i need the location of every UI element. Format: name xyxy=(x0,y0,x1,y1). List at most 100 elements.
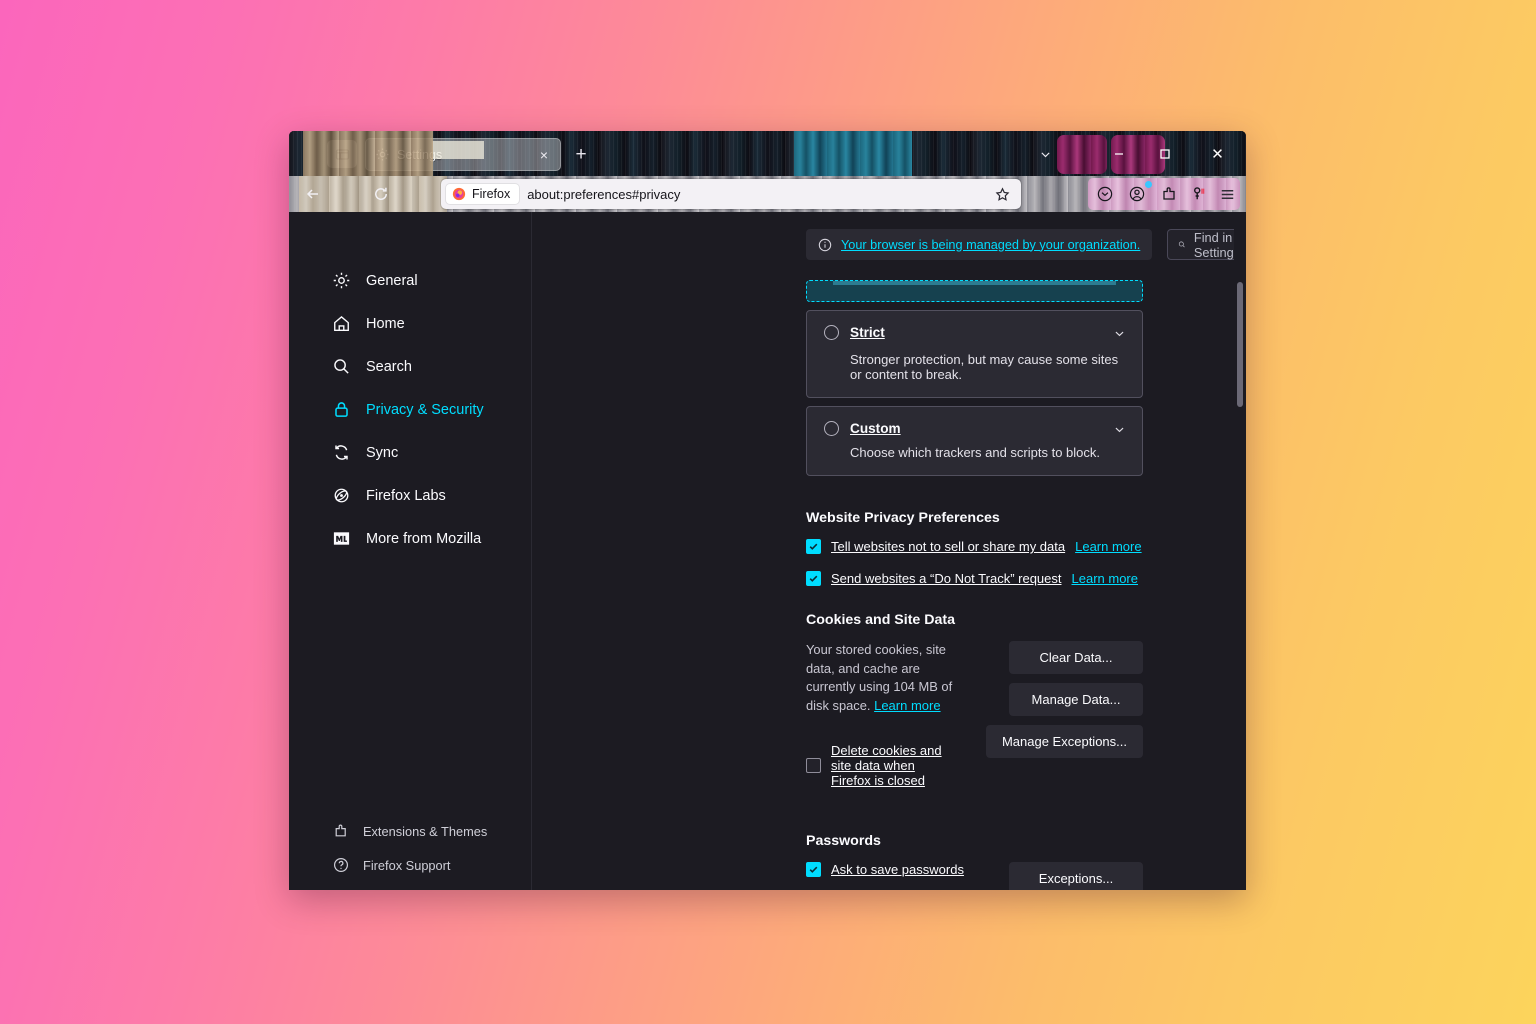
protection-option-custom[interactable]: Custom Choose which trackers and scripts… xyxy=(806,406,1143,476)
setting-row-autofill[interactable]: Fill usernames and passwords automatical… xyxy=(828,889,980,890)
cookies-description: Your stored cookies, site data, and cach… xyxy=(806,641,958,716)
sidebar-item-home[interactable]: Home xyxy=(289,302,531,345)
sidebar-item-firefox-support[interactable]: Firefox Support xyxy=(289,848,531,882)
chevron-down-icon[interactable] xyxy=(1113,423,1126,436)
protection-option-strict[interactable]: Strict Stronger protection, but may caus… xyxy=(806,310,1143,398)
sidebar-item-firefox-labs[interactable]: Firefox Labs xyxy=(289,474,531,517)
sidebar-item-general[interactable]: General xyxy=(289,259,531,302)
sidebar-item-label: Firefox Labs xyxy=(366,487,446,504)
protection-option-standard[interactable] xyxy=(806,280,1143,302)
learn-more-link[interactable]: Learn more xyxy=(1075,539,1141,554)
setting-row-ask-to-save[interactable]: Ask to save passwords xyxy=(806,861,980,877)
sync-icon xyxy=(332,443,351,462)
firefox-view-button[interactable] xyxy=(327,140,357,168)
sidebar-item-more-from-mozilla[interactable]: More from Mozilla xyxy=(289,517,531,560)
bookmark-star-icon[interactable] xyxy=(989,181,1015,207)
account-icon[interactable] xyxy=(1124,181,1152,206)
setting-label: Send websites a “Do Not Track” request xyxy=(831,571,1062,586)
sidebar-footer-label: Extensions & Themes xyxy=(363,823,488,839)
gear-icon xyxy=(376,148,389,161)
section-title-cookies: Cookies and Site Data xyxy=(806,612,956,628)
search-icon xyxy=(1179,241,1185,248)
protection-option-description: Stronger protection, but may cause some … xyxy=(850,352,1119,382)
info-icon xyxy=(818,238,832,251)
sidebar-item-label: Sync xyxy=(366,444,399,461)
list-all-tabs-button[interactable] xyxy=(1035,144,1055,164)
checkbox-delete-on-close[interactable] xyxy=(806,757,821,773)
protection-option-description: Choose which trackers and scripts to blo… xyxy=(850,445,1100,460)
window-maximize-button[interactable] xyxy=(1142,131,1188,176)
puzzle-icon xyxy=(333,823,349,839)
mozilla-icon xyxy=(332,529,351,548)
navigation-toolbar: Firefox about:preferences#privacy xyxy=(289,176,1246,212)
learn-more-link[interactable]: Learn more xyxy=(1072,571,1138,586)
chevron-down-icon[interactable] xyxy=(1113,327,1126,340)
app-menu-button[interactable] xyxy=(1214,182,1240,206)
sidebar-item-label: Search xyxy=(366,358,412,375)
extensions-icon[interactable] xyxy=(1156,182,1182,206)
sidebar-item-privacy-security[interactable]: Privacy & Security xyxy=(289,388,531,431)
url-bar[interactable]: Firefox about:preferences#privacy xyxy=(441,179,1021,209)
settings-topbar: Your browser is being managed by your or… xyxy=(532,212,1246,260)
manage-exceptions-button[interactable]: Manage Exceptions... xyxy=(985,725,1143,758)
section-title-passwords: Passwords xyxy=(806,832,881,849)
gear-icon xyxy=(332,271,351,290)
radio-strict[interactable] xyxy=(824,325,839,340)
tab-theme-highlight xyxy=(432,141,484,159)
setting-row-delete-on-close[interactable]: Delete cookies and site data when Firefo… xyxy=(806,743,958,788)
checkbox-do-not-track[interactable] xyxy=(806,571,821,586)
sidebar-item-label: Home xyxy=(366,315,405,332)
setting-label: Ask to save passwords xyxy=(831,861,964,877)
account-notification-dot xyxy=(1145,181,1152,188)
sidebar-item-search[interactable]: Search xyxy=(289,345,531,388)
privacy-settings-pane: Strict Stronger protection, but may caus… xyxy=(532,260,1246,890)
protection-option-title: Strict xyxy=(850,325,885,340)
window-minimize-button[interactable] xyxy=(1096,131,1142,176)
setting-label: Tell websites not to sell or share my da… xyxy=(831,539,1066,554)
identity-chip[interactable]: Firefox xyxy=(446,184,520,204)
setting-label: Fill usernames and passwords automatical… xyxy=(853,889,980,890)
firefox-window: Settings × + Firefox about:preferences#p… xyxy=(289,131,1246,890)
content-scrollbar[interactable] xyxy=(1234,212,1246,890)
radio-custom[interactable] xyxy=(824,421,839,436)
setting-label: Delete cookies and site data when Firefo… xyxy=(831,742,942,788)
cookies-section: Your stored cookies, site data, and cach… xyxy=(806,641,1143,805)
setting-row-do-not-track[interactable]: Send websites a “Do Not Track” request L… xyxy=(806,571,1143,586)
sidebar-item-label: More from Mozilla xyxy=(366,530,482,547)
identity-chip-label: Firefox xyxy=(472,187,511,201)
protection-option-title: Custom xyxy=(850,421,901,436)
new-tab-button[interactable]: + xyxy=(570,143,592,165)
password-exceptions-button[interactable]: Exceptions... xyxy=(1009,861,1143,890)
checkbox-ask-to-save[interactable] xyxy=(806,861,821,877)
passwords-section: Ask to save passwords Fill usernames and… xyxy=(806,861,1143,890)
firefox-logo-icon xyxy=(452,187,466,201)
pinned-extension-icon[interactable] xyxy=(1186,182,1212,206)
managed-notice-link[interactable]: Your browser is being managed by your or… xyxy=(841,238,1140,252)
tab-settings[interactable]: Settings × xyxy=(365,138,561,171)
settings-main-pane: Your browser is being managed by your or… xyxy=(532,212,1246,890)
settings-sidebar: General Home Search Privacy & Security S… xyxy=(289,212,532,890)
sidebar-item-sync[interactable]: Sync xyxy=(289,431,531,474)
sidebar-item-label: Privacy & Security xyxy=(366,401,484,418)
checkbox-do-not-sell[interactable] xyxy=(806,539,821,554)
setting-row-do-not-sell[interactable]: Tell websites not to sell or share my da… xyxy=(806,539,1143,554)
save-to-pocket-icon[interactable] xyxy=(1092,182,1118,206)
back-button[interactable] xyxy=(299,181,327,207)
lock-icon xyxy=(332,400,351,419)
question-circle-icon xyxy=(333,857,349,873)
window-close-button[interactable] xyxy=(1194,131,1240,176)
section-title-website-privacy: Website Privacy Preferences xyxy=(806,510,1000,526)
managed-notice: Your browser is being managed by your or… xyxy=(806,229,1153,260)
sidebar-item-label: General xyxy=(366,272,418,289)
scrollbar-thumb[interactable] xyxy=(1237,282,1243,407)
tab-close-button[interactable]: × xyxy=(534,145,554,165)
sidebar-footer: Extensions & Themes Firefox Support xyxy=(289,814,531,882)
sidebar-item-extensions-themes[interactable]: Extensions & Themes xyxy=(289,814,531,848)
url-text: about:preferences#privacy xyxy=(527,186,681,202)
learn-more-link[interactable]: Learn more xyxy=(874,698,940,713)
reload-button[interactable] xyxy=(367,181,395,207)
clear-data-button[interactable]: Clear Data... xyxy=(1009,641,1143,674)
manage-data-button[interactable]: Manage Data... xyxy=(1009,683,1143,716)
sidebar-footer-label: Firefox Support xyxy=(363,857,451,873)
settings-content: General Home Search Privacy & Security S… xyxy=(289,212,1246,890)
